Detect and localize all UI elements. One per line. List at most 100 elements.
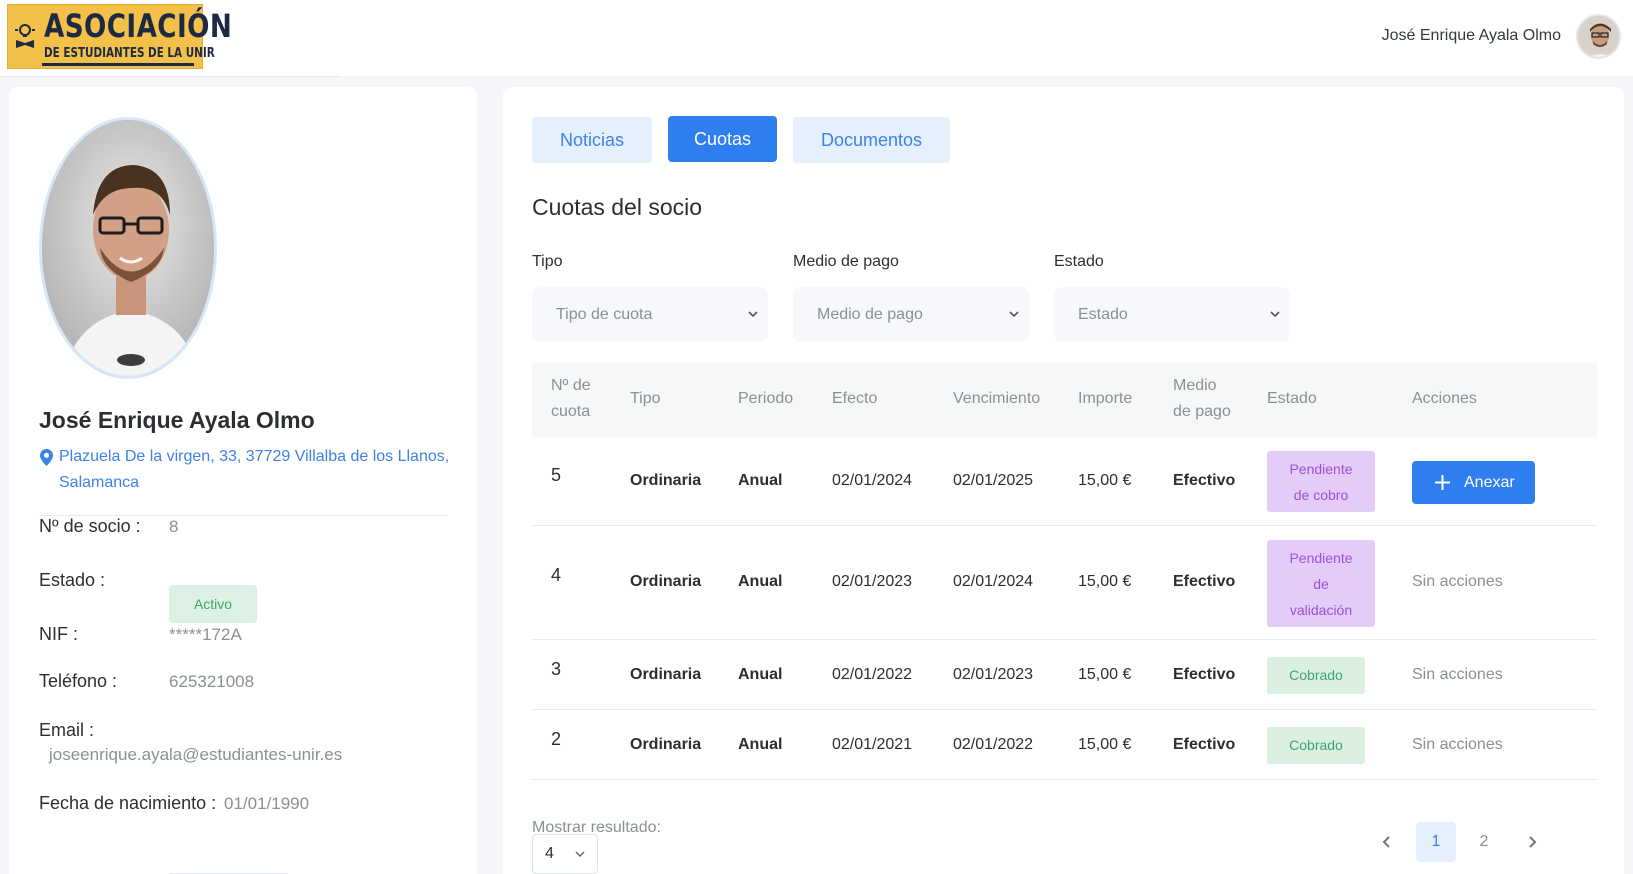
birth-date-label: Fecha de nacimiento : [39, 793, 217, 813]
main-card: Noticias Cuotas Documentos Cuotas del so… [503, 87, 1624, 874]
profile-name: José Enrique Ayala Olmo [39, 407, 315, 433]
cell-period: Anual [738, 736, 783, 753]
birth-date-value: 01/01/1990 [224, 794, 310, 813]
pagination-page-1[interactable]: 1 [1416, 822, 1456, 862]
location-pin-icon [40, 449, 53, 466]
filter-payment-placeholder: Medio de pago [817, 306, 923, 323]
status-label: Estado : [39, 570, 106, 590]
th-type: Tipo [630, 390, 661, 407]
pagination-page-2[interactable]: 2 [1464, 822, 1504, 862]
cell-amount: 15,00 € [1078, 573, 1132, 590]
cell-number: 4 [551, 565, 562, 585]
logo-subtitle: DE ESTUDIANTES DE LA UNIR [44, 46, 215, 61]
th-payment-line1: Medio [1173, 377, 1217, 394]
status-badge-line3: validación [1289, 602, 1353, 618]
cell-period: Anual [738, 666, 783, 683]
profile-card: José Enrique Ayala Olmo Plazuela De la v… [9, 87, 477, 874]
logo-underline [42, 63, 194, 66]
cell-amount: 15,00 € [1078, 736, 1132, 753]
no-actions-text: Sin acciones [1412, 666, 1503, 683]
chevron-down-icon [748, 311, 758, 318]
nif-value: *****172A [169, 625, 242, 644]
filter-payment-label: Medio de pago [793, 253, 899, 270]
chevron-down-icon [1270, 311, 1280, 318]
cell-effect: 02/01/2022 [832, 666, 913, 683]
th-number-line2: cuota [551, 403, 591, 420]
phone-value: 625321008 [169, 672, 255, 691]
tab-noticias[interactable]: Noticias [532, 117, 652, 163]
no-actions-text: Sin acciones [1412, 736, 1503, 753]
cell-effect: 02/01/2023 [832, 573, 913, 590]
status-badge: Cobrado [1267, 727, 1365, 764]
status-badge: Pendiente de cobro [1267, 451, 1375, 512]
filter-status-label: Estado [1054, 253, 1104, 270]
cell-period: Anual [738, 472, 783, 489]
th-actions: Acciones [1412, 390, 1477, 407]
cell-due: 02/01/2025 [953, 472, 1034, 489]
cell-type: Ordinaria [630, 573, 702, 590]
th-number-line1: Nº de [551, 377, 591, 394]
profile-portrait-icon [42, 120, 214, 376]
status-badge: Cobrado [1267, 657, 1365, 694]
filter-payment-select[interactable]: Medio de pago [793, 287, 1029, 342]
cell-effect: 02/01/2024 [832, 472, 913, 489]
profile-address[interactable]: Plazuela De la virgen, 33, 37729 Villalb… [39, 444, 459, 496]
email-label: Email : [39, 720, 95, 740]
filter-type-placeholder: Tipo de cuota [556, 306, 653, 323]
th-number: Nº de cuota [551, 373, 591, 425]
cell-due: 02/01/2022 [953, 736, 1034, 753]
cell-payment: Efectivo [1173, 573, 1236, 590]
cell-number: 3 [551, 659, 562, 679]
cell-number: 5 [551, 465, 562, 485]
th-payment-line2: de pago [1173, 403, 1231, 420]
member-no-label: Nº de socio : [39, 516, 141, 536]
th-effect: Efecto [832, 390, 878, 407]
cell-number: 2 [551, 729, 562, 749]
cell-payment: Efectivo [1173, 666, 1236, 683]
th-period: Periodo [738, 390, 794, 407]
th-status: Estado [1267, 390, 1317, 407]
filter-status-select[interactable]: Estado [1054, 287, 1290, 342]
cell-type: Ordinaria [630, 666, 702, 683]
chevron-right-icon [1529, 836, 1537, 848]
filter-type-label: Tipo [532, 253, 563, 270]
table-row: 3 Ordinaria Anual 02/01/2022 02/01/2023 … [532, 640, 1597, 710]
lightbulb-reader-icon [15, 24, 35, 48]
th-amount: Importe [1078, 390, 1133, 407]
nif-label: NIF : [39, 624, 78, 644]
filter-status-placeholder: Estado [1078, 306, 1128, 323]
cell-due: 02/01/2023 [953, 666, 1034, 683]
no-actions-text: Sin acciones [1412, 573, 1503, 590]
page-size-select[interactable]: 4 [532, 834, 598, 874]
status-badge-line2: de cobro [1293, 487, 1349, 503]
status-badge-line1: Pendiente [1289, 461, 1353, 477]
table-header: Nº de cuota Tipo Periodo Efecto Vencimie… [532, 363, 1597, 437]
anexar-label: Anexar [1464, 474, 1515, 491]
member-no-value: 8 [169, 517, 179, 536]
header-user-name[interactable]: José Enrique Ayala Olmo [1382, 27, 1561, 45]
chevron-down-icon [575, 851, 585, 858]
filter-type-select[interactable]: Tipo de cuota [532, 287, 768, 342]
cell-amount: 15,00 € [1078, 472, 1132, 489]
cell-payment: Efectivo [1173, 472, 1236, 489]
th-due: Vencimiento [953, 390, 1041, 407]
cell-due: 02/01/2024 [953, 573, 1034, 590]
user-avatar-icon [1578, 16, 1619, 57]
header-avatar[interactable] [1576, 14, 1621, 59]
chevron-down-icon [1009, 311, 1019, 318]
cell-effect: 02/01/2021 [832, 736, 913, 753]
status-badge-line2: de [1313, 576, 1329, 592]
pagination-prev[interactable] [1367, 822, 1407, 862]
tab-documentos[interactable]: Documentos [793, 117, 950, 163]
table-row: 4 Ordinaria Anual 02/01/2023 02/01/2024 … [532, 526, 1597, 640]
anexar-button[interactable]: Anexar [1412, 461, 1535, 504]
status-badge: Pendiente de validación [1267, 540, 1375, 627]
header-divider [0, 76, 340, 77]
section-title: Cuotas del socio [532, 194, 703, 220]
pagination-next[interactable] [1512, 822, 1552, 862]
top-header: ASOCIACIÓN DE ESTUDIANTES DE LA UNIR Jos… [0, 0, 1633, 76]
cell-type: Ordinaria [630, 472, 702, 489]
email-value: joseenrique.ayala@estudiantes-unir.es [49, 745, 343, 764]
association-logo[interactable]: ASOCIACIÓN DE ESTUDIANTES DE LA UNIR [7, 4, 232, 69]
tab-cuotas[interactable]: Cuotas [668, 116, 777, 162]
